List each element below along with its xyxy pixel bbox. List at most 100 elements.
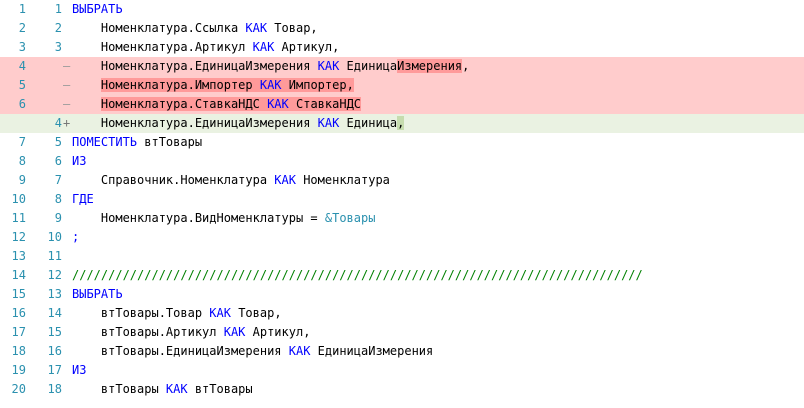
- code-token: Номенклатура.ЕдиницаИзмерения: [72, 116, 318, 130]
- new-line-number: 14: [47, 306, 62, 320]
- old-line-number: 15: [11, 287, 26, 301]
- code-token: втТовары.Товар: [72, 306, 210, 320]
- new-line-number: 6: [54, 154, 62, 168]
- code-token: ГДЕ: [72, 192, 94, 206]
- code-token: КАК: [252, 40, 275, 54]
- new-line-number: 3: [54, 40, 62, 54]
- old-line-number: 4: [18, 59, 26, 73]
- old-line-number: 13: [11, 249, 26, 263]
- old-line-number: 14: [11, 268, 26, 282]
- code-text: Номенклатура.ЕдиницаИзмерения КАК Единиц…: [72, 57, 804, 76]
- diff-line: 10 8 ГДЕ: [0, 190, 804, 209]
- code-token: Товар,: [267, 21, 318, 35]
- code-token: КАК: [317, 116, 340, 130]
- new-line-number: 17: [47, 363, 62, 377]
- old-line-number: 5: [18, 78, 26, 92]
- diff-line: 13 11: [0, 247, 804, 266]
- code-text: ;: [72, 228, 804, 247]
- new-line-number: 11: [47, 249, 62, 263]
- code-token: Артикул,: [245, 325, 311, 339]
- diff-line: 1 1 ВЫБРАТЬ: [0, 0, 804, 19]
- code-token: Номенклатура: [295, 173, 390, 187]
- old-line-number: 18: [11, 344, 26, 358]
- old-line-number: 16: [11, 306, 26, 320]
- new-line-number: 4: [54, 116, 62, 130]
- new-line-number: 7: [54, 173, 62, 187]
- old-line-number: 19: [11, 363, 26, 377]
- diff-line: 3 3 Номенклатура.Артикул КАК Артикул,: [0, 38, 804, 57]
- code-token: ИЗ: [72, 363, 87, 377]
- new-line-number: 8: [54, 192, 62, 206]
- code-text: втТовары КАК втТовары: [72, 380, 804, 399]
- code-text: ИЗ: [72, 152, 804, 171]
- code-token: КАК: [267, 97, 289, 111]
- code-token: ПОМЕСТИТЬ: [72, 135, 138, 149]
- code-token: втТовары: [72, 382, 166, 396]
- old-line-number: 11: [11, 211, 26, 225]
- code-token: Номенклатура.Артикул: [72, 40, 253, 54]
- code-token: Единица: [339, 116, 398, 130]
- code-token: КАК: [245, 21, 268, 35]
- code-text: Номенклатура.Артикул КАК Артикул,: [72, 38, 804, 57]
- code-token: ВЫБРАТЬ: [72, 287, 123, 301]
- code-token: Номенклатура.Импортер: [100, 78, 260, 92]
- code-text: втТовары.Товар КАК Товар,: [72, 304, 804, 323]
- new-line-number: 13: [47, 287, 62, 301]
- diff-line-added: 4 + Номенклатура.ЕдиницаИзмерения КАК Еди…: [0, 114, 804, 133]
- code-token: КАК: [259, 78, 282, 92]
- diff-line: 16 14 втТовары.Товар КАК Товар,: [0, 304, 804, 323]
- diff-line: 18 16 втТовары.ЕдиницаИзмерения КАК Едини…: [0, 342, 804, 361]
- code-token: КАК: [317, 59, 340, 73]
- code-text: ГДЕ: [72, 190, 804, 209]
- old-line-number: 12: [11, 230, 26, 244]
- code-token: ;: [72, 230, 80, 244]
- code-text: втТовары.Артикул КАК Артикул,: [72, 323, 804, 342]
- diff-line: 11 9 Номенклатура.ВидНоменклатуры = &Това…: [0, 209, 804, 228]
- code-token: ВЫБРАТЬ: [72, 2, 123, 16]
- code-text: Номенклатура.ЕдиницаИзмерения КАК Единиц…: [72, 114, 804, 133]
- code-text: Номенклатура.Ссылка КАК Товар,: [72, 19, 804, 38]
- code-token: Номенклатура.Ссылка: [72, 21, 246, 35]
- code-token: ////////////////////////////////////////…: [72, 268, 643, 282]
- code-token: Номенклатура.ВидНоменклатуры =: [72, 211, 325, 225]
- code-token: втТовары.Артикул: [72, 325, 224, 339]
- diff-line: 20 18 втТовары КАК втТовары: [0, 380, 804, 399]
- new-line-number: 10: [47, 230, 62, 244]
- new-line-number: 15: [47, 325, 62, 339]
- code-token: Измерения: [397, 59, 463, 73]
- old-line-number: 1: [18, 2, 26, 16]
- code-token: Номенклатура.СтавкаНДС: [100, 97, 268, 111]
- code-token: Справочник.Номенклатура: [72, 173, 275, 187]
- new-line-number: 9: [54, 211, 62, 225]
- old-line-number: 8: [18, 154, 26, 168]
- code-token: КАК: [165, 382, 188, 396]
- new-line-number: 5: [54, 135, 62, 149]
- diff-line: 7 5 ПОМЕСТИТЬ втТовары: [0, 133, 804, 152]
- old-line-number: 6: [18, 97, 26, 111]
- added-marker: +: [63, 116, 71, 130]
- code-token: Товар,: [230, 306, 282, 320]
- code-text: Номенклатура.СтавкаНДС КАК СтавкаНДС: [72, 95, 804, 114]
- code-text: Номенклатура.ВидНоменклатуры = &Товары: [72, 209, 804, 228]
- code-token: КАК: [223, 325, 246, 339]
- code-text: Номенклатура.Импортер КАК Импортер,: [72, 76, 804, 95]
- code-token: ИЗ: [72, 154, 87, 168]
- code-token: СтавкаНДС: [288, 97, 362, 111]
- diff-line: 17 15 втТовары.Артикул КАК Артикул,: [0, 323, 804, 342]
- old-line-number: 10: [11, 192, 26, 206]
- old-line-number: 7: [18, 135, 26, 149]
- code-text: ПОМЕСТИТЬ втТовары: [72, 133, 804, 152]
- old-line-number: 17: [11, 325, 26, 339]
- code-text: ИЗ: [72, 361, 804, 380]
- new-line-number: 16: [47, 344, 62, 358]
- diff-line: 19 17 ИЗ: [0, 361, 804, 380]
- diff-line-removed: 6 — Номенклатура.СтавкаНДС КАК СтавкаНДС: [0, 95, 804, 114]
- old-line-number: 20: [11, 382, 26, 396]
- code-token: &Товары: [324, 211, 376, 225]
- old-line-number: 2: [18, 21, 26, 35]
- code-token: ЕдиницаИзмерения: [310, 344, 434, 358]
- old-line-number: 9: [18, 173, 26, 187]
- diff-line: 8 6 ИЗ: [0, 152, 804, 171]
- code-text: втТовары.ЕдиницаИзмерения КАК ЕдиницаИзм…: [72, 342, 804, 361]
